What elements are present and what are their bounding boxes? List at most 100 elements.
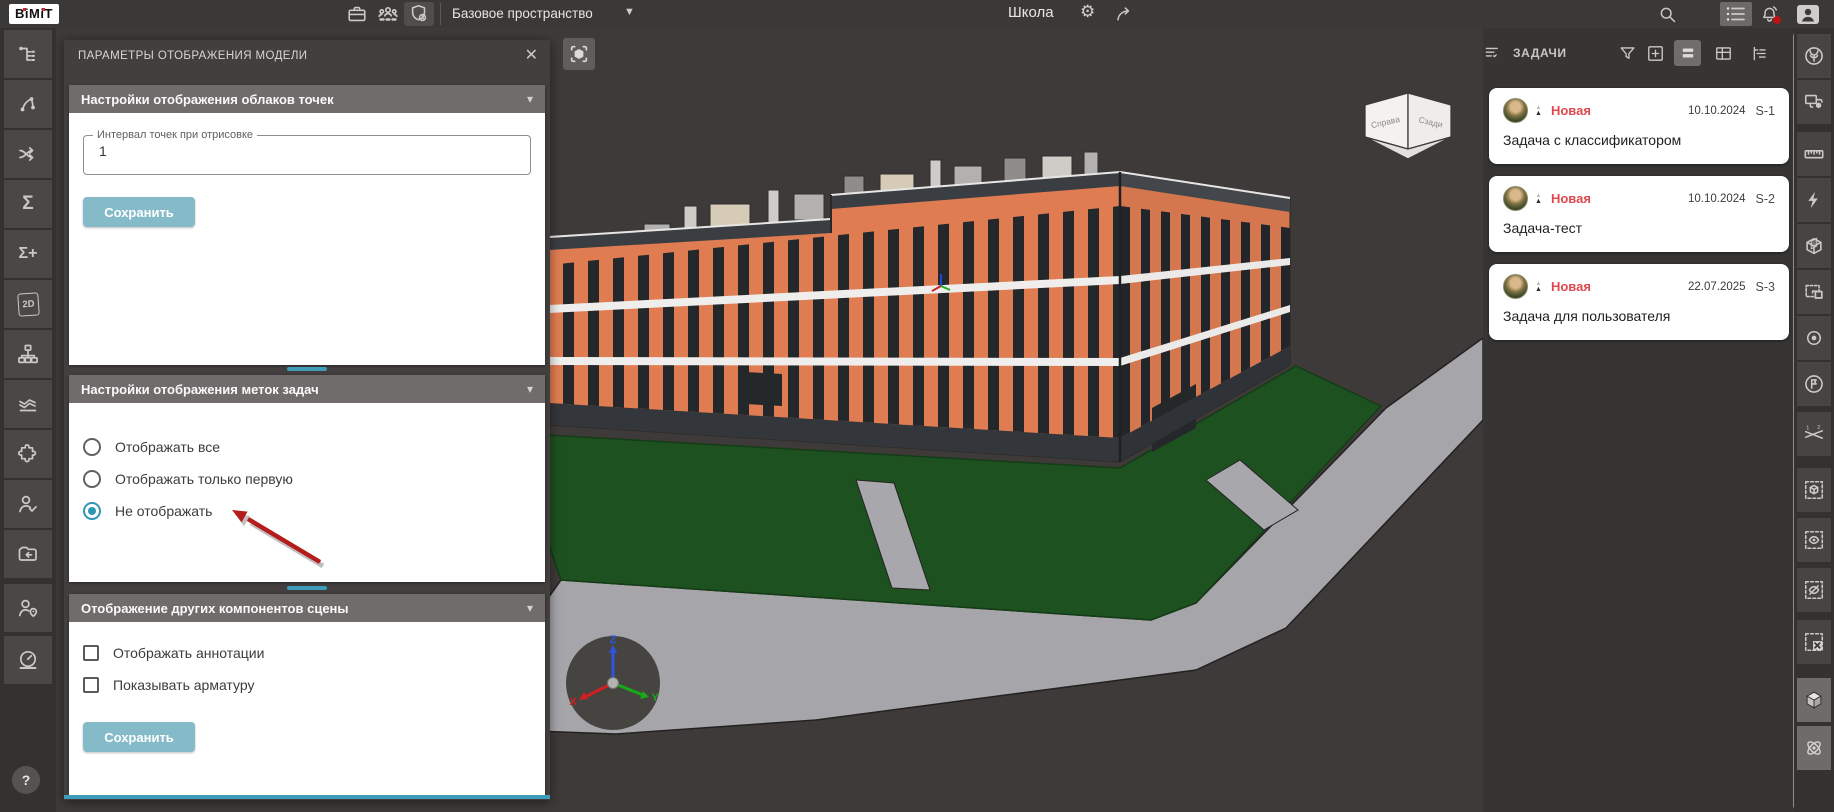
toolbar-item-show-selection[interactable] — [1797, 518, 1831, 562]
checkbox-show-rebar[interactable]: Показывать арматуру — [69, 669, 545, 701]
toolbar-item-clash[interactable] — [4, 130, 52, 178]
license-button[interactable] — [404, 2, 434, 26]
logo-dot — [23, 8, 26, 11]
radio-show-first-only[interactable]: Отображать только первую — [69, 463, 545, 495]
priority-icon: ▲▲ — [1535, 105, 1542, 117]
sigma-icon: Σ — [22, 193, 33, 215]
radio-icon — [83, 470, 101, 488]
task-card[interactable]: ▲▲ Новая 22.07.2025 S-3 Задача для польз… — [1489, 264, 1789, 340]
toolbar-item-sum[interactable]: Σ — [4, 180, 52, 228]
point-interval-input[interactable] — [97, 142, 498, 160]
section-header-task-labels[interactable]: Настройки отображения меток задач ▾ — [69, 375, 545, 403]
toolbar-item-export[interactable] — [4, 530, 52, 578]
search-button[interactable] — [1654, 2, 1680, 26]
sigma-plus-icon: Σ+ — [19, 245, 38, 263]
view-table-button[interactable] — [1710, 40, 1737, 66]
toolbar-item-sum-add[interactable]: Σ+ — [4, 230, 52, 278]
flag-icon — [1803, 373, 1825, 395]
orientation-gizmo[interactable]: Z X Y — [565, 633, 661, 733]
axis-x-label: X — [569, 696, 577, 708]
checkbox-label: Отображать аннотации — [113, 645, 264, 661]
folder-export-icon — [16, 542, 40, 566]
point-cloud-tree-icon — [1803, 45, 1825, 67]
project-settings-button[interactable]: ⚙ — [1080, 2, 1095, 22]
measure-points-icon: 1 2 — [1803, 423, 1825, 445]
radio-label: Отображать только первую — [115, 471, 293, 487]
save-scene-components-button[interactable]: Сохранить — [83, 722, 195, 752]
model-tree-icon — [16, 42, 40, 66]
status-badge: Новая — [1551, 279, 1591, 294]
toolbar-item-measure[interactable] — [1797, 132, 1831, 176]
radio-icon — [83, 438, 101, 456]
share-button[interactable] — [1112, 2, 1136, 26]
checkbox-show-annotations[interactable]: Отображать аннотации — [69, 637, 545, 669]
svg-text:2: 2 — [1817, 425, 1820, 431]
navigation-cube[interactable]: Справа Сзади — [1363, 85, 1458, 165]
task-date: 10.10.2024 — [1688, 105, 1746, 117]
radio-do-not-show[interactable]: Не отображать — [69, 495, 545, 527]
toolbar-item-plugins[interactable] — [4, 430, 52, 478]
toolbar-item-2d[interactable]: 2D — [4, 280, 52, 328]
user-check-icon — [16, 492, 40, 516]
toolbar-item-user-location[interactable] — [4, 584, 52, 632]
toolbar-item-hide-selection[interactable] — [1797, 568, 1831, 612]
toolbar-item-point-cloud[interactable] — [1797, 34, 1831, 78]
toolbar-item-section-plane[interactable] — [1797, 270, 1831, 314]
save-point-cloud-button[interactable]: Сохранить — [83, 197, 195, 227]
fit-to-view-button[interactable] — [563, 38, 595, 70]
view-hierarchy-button[interactable] — [1746, 40, 1773, 66]
section-header-scene-components[interactable]: Отображение других компонентов сцены ▾ — [69, 594, 545, 622]
toolbar-item-approvals[interactable] — [4, 480, 52, 528]
toolbar-item-locate[interactable] — [1797, 316, 1831, 360]
task-date: 22.07.2025 — [1688, 281, 1746, 293]
sort-icon[interactable] — [1483, 43, 1503, 63]
app-logo[interactable]: BiMiT — [9, 4, 59, 24]
toolbar-item-clear-selection[interactable] — [1797, 620, 1831, 664]
toolbar-item-model-tree[interactable] — [4, 30, 52, 78]
toolbar-item-cube-view[interactable] — [1797, 678, 1831, 722]
radio-show-all[interactable]: Отображать все — [69, 431, 545, 463]
ruler-icon — [1803, 143, 1825, 165]
toolbar-item-charts[interactable] — [4, 380, 52, 428]
task-card[interactable]: ▲▲ Новая 10.10.2024 S-1 Задача с классиф… — [1489, 88, 1789, 164]
help-button[interactable]: ? — [12, 766, 40, 794]
shield-clock-icon — [408, 3, 430, 25]
close-icon[interactable]: ✕ — [525, 45, 538, 65]
toolbar-item-dashboard[interactable] — [4, 636, 52, 684]
view-list-button[interactable] — [1674, 40, 1701, 66]
priority-icon: ▲▲ — [1535, 281, 1542, 293]
filter-icon[interactable] — [1618, 44, 1637, 63]
toolbar-item-relations[interactable] — [4, 80, 52, 128]
team-button[interactable] — [374, 2, 402, 26]
task-card[interactable]: ▲▲ Новая 10.10.2024 S-2 Задача-тест — [1489, 176, 1789, 252]
table-view-icon — [1714, 44, 1733, 63]
svg-text:1: 1 — [1806, 425, 1809, 431]
status-badge: Новая — [1551, 191, 1591, 206]
toolbar-item-select-objects[interactable] — [1797, 80, 1831, 124]
account-button[interactable] — [1794, 2, 1822, 26]
projects-button[interactable] — [344, 2, 370, 26]
toolbar-item-flag[interactable] — [1797, 362, 1831, 406]
toolbar-item-clip-box[interactable] — [1797, 224, 1831, 268]
priority-icon: ▲▲ — [1535, 193, 1542, 205]
toolbar-item-measure-points[interactable]: 1 2 — [1797, 412, 1831, 456]
gear-icon: ⚙ — [1080, 2, 1095, 21]
add-task-icon[interactable] — [1646, 44, 1665, 63]
locate-icon — [1803, 327, 1825, 349]
toolbar-item-orbit[interactable] — [1797, 726, 1831, 770]
task-list-toggle[interactable] — [1720, 2, 1752, 26]
panel-scroll-indicator — [64, 795, 550, 799]
section-header-point-clouds[interactable]: Настройки отображения облаков точек ▾ — [69, 85, 545, 113]
isolate-box-icon — [1803, 479, 1825, 501]
axis-y-label: Y — [651, 692, 659, 704]
toolbar-item-structure[interactable] — [4, 330, 52, 378]
focus-model-icon — [568, 43, 590, 65]
avatar — [1503, 274, 1528, 299]
clear-selection-icon — [1803, 631, 1825, 653]
hierarchy-view-icon — [1750, 44, 1769, 63]
toolbar-item-flash[interactable] — [1797, 178, 1831, 222]
point-cloud-settings-card: Настройки отображения облаков точек ▾ Ин… — [69, 85, 545, 365]
toolbar-item-isolate-selection[interactable] — [1797, 468, 1831, 512]
eye-icon — [1803, 529, 1825, 551]
tasks-title: ЗАДАЧИ — [1513, 46, 1567, 60]
